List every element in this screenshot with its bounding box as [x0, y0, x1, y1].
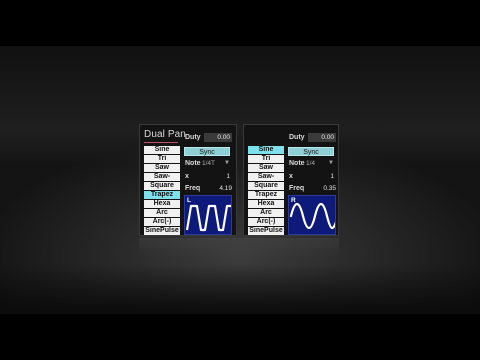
waveform-list-right: Sine Tri Saw Saw- Square Trapez Hexa Arc Arc(-) S…	[248, 146, 284, 236]
wave-option-arc[interactable]: Arc	[144, 209, 180, 217]
wave-option-arc[interactable]: Arc	[248, 209, 284, 217]
wave-option-saw-[interactable]: Saw-	[144, 173, 180, 181]
wave-option-sine[interactable]: Sine	[144, 146, 180, 154]
note-select-right[interactable]: 1/4	[306, 160, 315, 167]
chevron-down-icon[interactable]: ▼	[328, 160, 334, 166]
wave-option-saw[interactable]: Saw	[248, 164, 284, 172]
wave-option-tri[interactable]: Tri	[144, 155, 180, 163]
x-label-right: x	[289, 173, 293, 180]
chevron-down-icon[interactable]: ▼	[224, 160, 230, 166]
x-value-right[interactable]: 1	[314, 173, 334, 180]
duty-label-right: Duty	[289, 134, 305, 141]
wave-option-sinepulse[interactable]: SinePulse	[248, 227, 284, 235]
wave-option-saw-[interactable]: Saw-	[248, 173, 284, 181]
duty-label-left: Duty	[185, 134, 201, 141]
freq-value-left[interactable]: 4.19	[212, 185, 232, 192]
note-label-left: Note	[185, 160, 201, 167]
freq-label-left: Freq	[185, 185, 201, 192]
duty-input-left[interactable]: 0.00	[204, 133, 232, 142]
wave-option-arc-[interactable]: Arc(-)	[144, 218, 180, 226]
freq-value-right[interactable]: 0.35	[316, 185, 336, 192]
wave-option-sinepulse[interactable]: SinePulse	[144, 227, 180, 235]
waveform-scope-right: R	[288, 195, 336, 235]
wave-option-arc-[interactable]: Arc(-)	[248, 218, 284, 226]
sine-wave-graph	[289, 202, 335, 230]
wave-option-square[interactable]: Square	[248, 182, 284, 190]
sync-button-right[interactable]: Sync	[288, 147, 334, 156]
scope-channel-label-right: R	[291, 197, 296, 204]
wave-option-saw[interactable]: Saw	[144, 164, 180, 172]
title-underline	[144, 142, 178, 143]
device-title: Dual Pan	[144, 129, 186, 140]
wave-option-hexa[interactable]: Hexa	[248, 200, 284, 208]
x-value-left[interactable]: 1	[210, 173, 230, 180]
note-label-right: Note	[289, 160, 305, 167]
note-select-left[interactable]: 1/4T	[202, 160, 215, 167]
freq-label-right: Freq	[289, 185, 305, 192]
trapezoid-wave-graph	[185, 204, 231, 232]
wave-option-trapez[interactable]: Trapez	[248, 191, 284, 199]
wave-option-square[interactable]: Square	[144, 182, 180, 190]
duty-input-right[interactable]: 0.00	[308, 133, 336, 142]
x-label-left: x	[185, 173, 189, 180]
right-lfo-panel: Sine Tri Saw Saw- Square Trapez Hexa Arc Arc(-) S…	[243, 124, 339, 236]
sync-button-left[interactable]: Sync	[184, 147, 230, 156]
left-lfo-panel: Dual Pan Sine Tri Saw Saw- Square Trapez Hexa A…	[139, 124, 237, 236]
wave-option-tri[interactable]: Tri	[248, 155, 284, 163]
background-room	[0, 46, 480, 314]
waveform-list-left: Sine Tri Saw Saw- Square Trapez Hexa Arc Arc(-) S…	[144, 146, 180, 236]
waveform-scope-left: L	[184, 195, 232, 235]
wave-option-trapez[interactable]: Trapez	[144, 191, 180, 199]
wave-option-sine[interactable]: Sine	[248, 146, 284, 154]
wave-option-hexa[interactable]: Hexa	[144, 200, 180, 208]
scope-channel-label-left: L	[187, 197, 191, 204]
